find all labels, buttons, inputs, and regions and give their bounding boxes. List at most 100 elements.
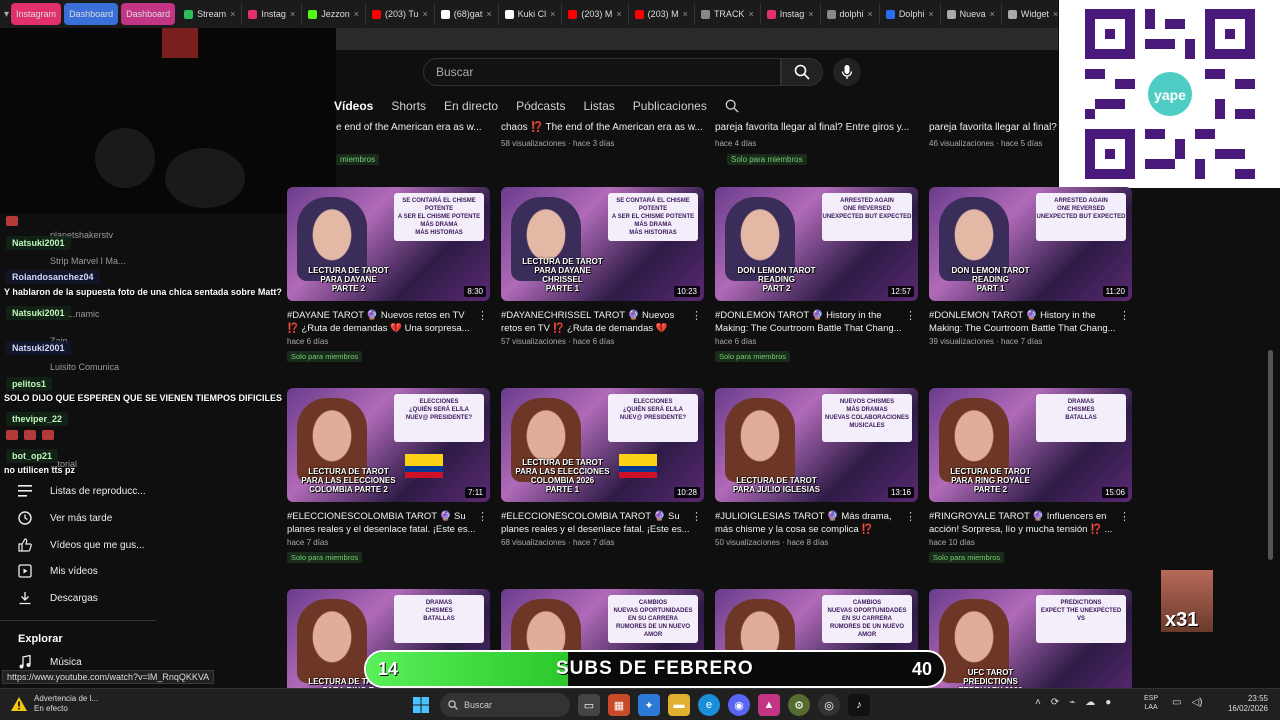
sidebar-item-playlists[interactable]: Listas de reproducc... xyxy=(18,481,146,501)
browser-tab[interactable]: Widget × xyxy=(1002,3,1058,25)
file-explorer-icon[interactable]: ▬ xyxy=(668,694,690,716)
search-input[interactable]: Buscar xyxy=(423,58,781,86)
video-title[interactable]: #JULIOIGLESIAS TAROT 🔮 Más drama, más ch… xyxy=(715,510,918,536)
video-thumbnail[interactable]: NUEVOS CHISMES MÁS DRAMAS NUEVAS COLABOR… xyxy=(715,388,918,502)
video-thumbnail[interactable]: ELECCIONES ¿QUIÉN SERÁ EL/LA NUEV@ PRESI… xyxy=(287,388,490,502)
streaming-app-icon[interactable]: ▲ xyxy=(758,694,780,716)
sidebar-subscription[interactable]: Strip Marvel I Ma... xyxy=(50,256,126,266)
tab-live[interactable]: En directo xyxy=(444,99,498,113)
store-icon[interactable]: ▦ xyxy=(608,694,630,716)
video-card[interactable]: ELECCIONES ¿QUIÉN SERÁ EL/LA NUEV@ PRESI… xyxy=(501,388,704,547)
browser-tab[interactable]: TRACK × xyxy=(695,3,761,25)
page-scrollbar[interactable] xyxy=(1268,350,1273,560)
taskbar-search[interactable]: Buscar xyxy=(440,693,570,717)
start-button[interactable] xyxy=(410,694,432,716)
sidebar-item-downloads[interactable]: Descargas xyxy=(18,588,98,608)
sidebar-subscription[interactable]: Luisito Comunica xyxy=(50,362,119,372)
video-title[interactable]: #DONLEMON TAROT 🔮 History in the Making:… xyxy=(715,309,918,335)
browser-tab[interactable]: Jezzon × xyxy=(302,3,366,25)
video-thumbnail[interactable]: SE CONTARÁ EL CHISME POTENTE A SER EL CH… xyxy=(287,187,490,301)
close-tab-icon[interactable]: × xyxy=(868,9,873,19)
close-tab-icon[interactable]: × xyxy=(486,9,491,19)
obs-icon[interactable]: ◎ xyxy=(818,694,840,716)
cloud-icon[interactable]: ☁ xyxy=(1085,697,1095,708)
video-card[interactable]: SE CONTARÁ EL CHISME POTENTE A SER EL CH… xyxy=(501,187,704,346)
voice-search-button[interactable] xyxy=(833,58,861,86)
edge-icon[interactable]: e xyxy=(698,694,720,716)
copilot-icon[interactable]: ✦ xyxy=(638,694,660,716)
close-tab-icon[interactable]: × xyxy=(808,9,813,19)
tab-videos[interactable]: Vídeos xyxy=(334,99,373,113)
sidebar-item-my-videos[interactable]: Mis vídeos xyxy=(18,561,98,581)
video-card[interactable]: NUEVOS CHISMES MÁS DRAMAS NUEVAS COLABOR… xyxy=(715,388,918,547)
browser-tab[interactable]: Dolphi × xyxy=(880,3,941,25)
close-tab-icon[interactable]: × xyxy=(230,9,235,19)
display-icon[interactable]: ▭ xyxy=(1172,697,1181,708)
video-thumbnail[interactable]: ARRESTED AGAIN ONE REVERSED UNEXPECTED B… xyxy=(715,187,918,301)
browser-tab[interactable]: Kuki Cl × xyxy=(499,3,563,25)
more-options-icon[interactable]: ⋮ xyxy=(477,510,488,523)
discord-icon[interactable]: ◉ xyxy=(728,694,750,716)
sync-icon[interactable]: ⟳ xyxy=(1051,697,1059,708)
browser-tab[interactable]: (203) Tu × xyxy=(366,3,435,25)
video-title[interactable]: #ELECCIONESCOLOMBIA TAROT 🔮 Su planes re… xyxy=(287,510,490,536)
more-options-icon[interactable]: ⋮ xyxy=(905,510,916,523)
video-title[interactable]: #DAYANE TAROT 🔮 Nuevos retos en TV ⁉️ ¿R… xyxy=(287,309,490,335)
close-tab-icon[interactable]: × xyxy=(1053,9,1058,19)
video-card[interactable]: DRAMAS CHISMES BATALLASLECTURA DE TAROT … xyxy=(929,388,1132,565)
task-view-icon[interactable]: ▭ xyxy=(578,694,600,716)
sidebar-item-liked-videos[interactable]: Vídeos que me gus... xyxy=(18,535,145,555)
browser-tab[interactable]: Nueva × xyxy=(941,3,1002,25)
video-card[interactable]: ELECCIONES ¿QUIÉN SERÁ EL/LA NUEV@ PRESI… xyxy=(287,388,490,565)
browser-tab[interactable]: (203) M × xyxy=(629,3,695,25)
close-tab-icon[interactable]: × xyxy=(354,9,359,19)
chevron-up-icon[interactable]: ˄ xyxy=(1035,697,1041,708)
more-options-icon[interactable]: ⋮ xyxy=(1119,309,1130,322)
close-tab-icon[interactable]: × xyxy=(928,9,933,19)
video-title[interactable]: pareja favorita llegar al final? Entre g… xyxy=(929,121,1058,134)
settings-gear-icon[interactable]: ⚙ xyxy=(788,694,810,716)
tab-posts[interactable]: Publicaciones xyxy=(633,99,707,113)
video-card[interactable]: PREDICTIONS EXPECT THE UNEXPECTED VS UFC … xyxy=(929,589,1132,703)
tab-playlists[interactable]: Listas xyxy=(583,99,614,113)
browser-tab[interactable]: Instag × xyxy=(242,3,303,25)
weather-warning-widget[interactable]: Advertencia de l... En efecto xyxy=(10,694,98,714)
close-tab-icon[interactable]: × xyxy=(550,9,555,19)
tab-shorts[interactable]: Shorts xyxy=(391,99,426,113)
browser-tab[interactable]: Instagram xyxy=(11,3,62,25)
video-thumbnail[interactable]: PREDICTIONS EXPECT THE UNEXPECTED VS UFC … xyxy=(929,589,1132,703)
video-thumbnail[interactable]: DRAMAS CHISMES BATALLASLECTURA DE TAROT … xyxy=(929,388,1132,502)
tiktok-icon[interactable]: ♪ xyxy=(848,694,870,716)
browser-tab[interactable]: Stream × xyxy=(178,3,243,25)
browser-tab[interactable]: dolphi × xyxy=(821,3,880,25)
network-icon[interactable]: ⌁ xyxy=(1069,697,1075,708)
video-title[interactable]: #DONLEMON TAROT 🔮 History in the Making:… xyxy=(929,309,1132,335)
browser-tab[interactable]: (203) M × xyxy=(562,3,629,25)
video-card[interactable]: ARRESTED AGAIN ONE REVERSED UNEXPECTED B… xyxy=(929,187,1132,346)
close-tab-icon[interactable]: × xyxy=(616,9,621,19)
volume-icon[interactable]: ◁) xyxy=(1191,697,1202,708)
close-tab-icon[interactable]: × xyxy=(990,9,995,19)
video-thumbnail[interactable]: SE CONTARÁ EL CHISME POTENTE A SER EL CH… xyxy=(501,187,704,301)
tab-menu-icon[interactable]: ▾ xyxy=(4,4,9,24)
browser-tab[interactable]: Instag × xyxy=(761,3,821,25)
microphone-icon[interactable]: ● xyxy=(1105,697,1111,708)
sidebar-subscription[interactable]: ...namic xyxy=(68,309,100,319)
more-options-icon[interactable]: ⋮ xyxy=(905,309,916,322)
tab-podcasts[interactable]: Pódcasts xyxy=(516,99,565,113)
more-options-icon[interactable]: ⋮ xyxy=(1119,510,1130,523)
video-title[interactable]: #ELECCIONESCOLOMBIA TAROT 🔮 Su planes re… xyxy=(501,510,704,536)
taskbar-clock[interactable]: 23:55 16/02/2026 xyxy=(1224,694,1268,714)
video-thumbnail[interactable]: ELECCIONES ¿QUIÉN SERÁ EL/LA NUEV@ PRESI… xyxy=(501,388,704,502)
browser-tab[interactable]: (68)gat × xyxy=(435,3,499,25)
search-button[interactable] xyxy=(781,58,823,86)
video-thumbnail[interactable]: ARRESTED AGAIN ONE REVERSED UNEXPECTED B… xyxy=(929,187,1132,301)
sidebar-item-music[interactable]: Música xyxy=(18,652,82,672)
video-title[interactable]: pareja favorita llegar al final? Entre g… xyxy=(715,121,920,134)
channel-search-icon[interactable] xyxy=(725,99,739,113)
more-options-icon[interactable]: ⋮ xyxy=(691,510,702,523)
video-card[interactable]: SE CONTARÁ EL CHISME POTENTE A SER EL CH… xyxy=(287,187,490,364)
video-title[interactable]: #DAYANECHRISSEL TAROT 🔮 Nuevos retos en … xyxy=(501,309,704,335)
close-tab-icon[interactable]: × xyxy=(748,9,753,19)
video-title[interactable]: chaos ⁉️ The end of the American era as … xyxy=(501,121,706,134)
